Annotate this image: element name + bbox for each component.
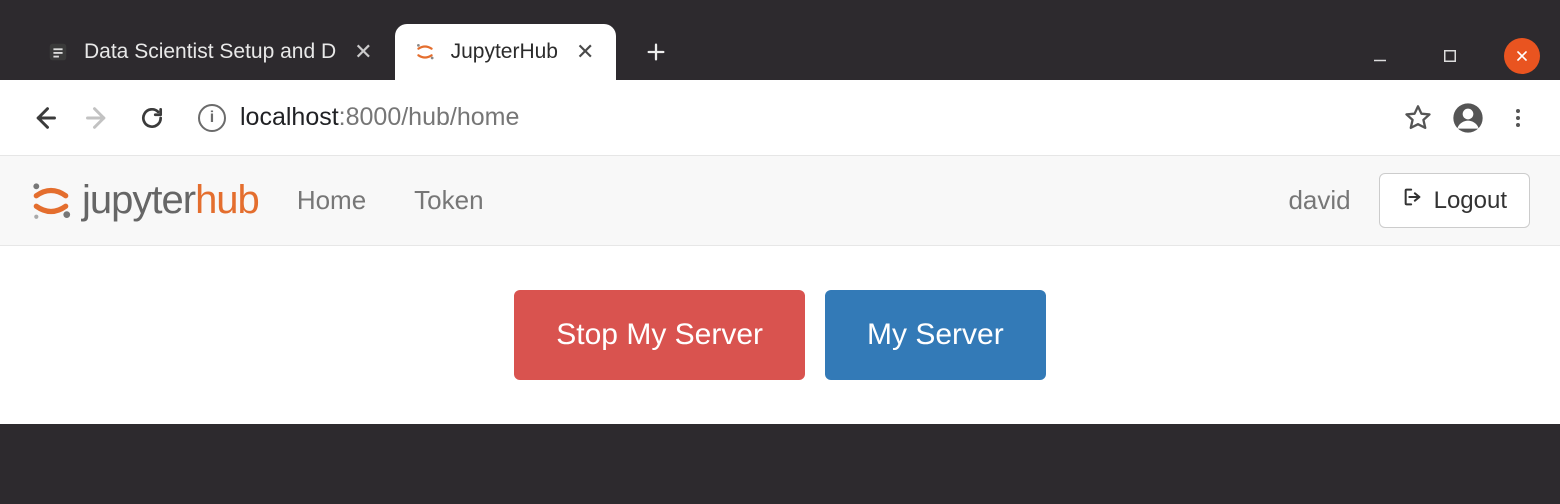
jupyterhub-logo[interactable]: jupyterhub [30, 178, 259, 223]
address-bar[interactable]: i localhost:8000/hub/home [184, 94, 1388, 142]
nav-link-home[interactable]: Home [287, 185, 376, 216]
favicon-doc-icon [46, 40, 70, 64]
jupyter-swirl-icon [30, 180, 72, 222]
stop-my-server-button[interactable]: Stop My Server [514, 290, 805, 380]
my-server-button[interactable]: My Server [825, 290, 1046, 380]
url-text: localhost:8000/hub/home [240, 103, 519, 132]
nav-link-token[interactable]: Token [404, 185, 493, 216]
forward-button[interactable] [76, 96, 120, 140]
new-tab-button[interactable] [634, 30, 678, 74]
jupyterhub-home-main: Stop My Server My Server [0, 246, 1560, 424]
browser-tab-1[interactable]: JupyterHub ✕ [395, 24, 617, 80]
url-host: localhost [240, 103, 339, 131]
logout-icon [1402, 186, 1424, 215]
username-label: david [1288, 185, 1350, 216]
back-button[interactable] [22, 96, 66, 140]
logout-label: Logout [1434, 187, 1507, 215]
site-info-icon[interactable]: i [198, 104, 226, 132]
window-minimize-button[interactable] [1364, 40, 1396, 72]
tab-title: Data Scientist Setup and D [84, 40, 336, 64]
url-path: :8000/hub/home [339, 103, 520, 131]
close-icon[interactable]: ✕ [572, 39, 598, 65]
logo-text-jupyter: jupyter [82, 178, 195, 222]
profile-avatar-icon[interactable] [1448, 98, 1488, 138]
bookmark-star-icon[interactable] [1398, 98, 1438, 138]
browser-tab-strip: Data Scientist Setup and D ✕ JupyterHub … [0, 0, 1560, 80]
window-maximize-button[interactable] [1434, 40, 1466, 72]
kebab-menu-icon[interactable] [1498, 98, 1538, 138]
logo-text-hub: hub [195, 178, 259, 222]
browser-tab-0[interactable]: Data Scientist Setup and D ✕ [28, 24, 395, 80]
reload-button[interactable] [130, 96, 174, 140]
favicon-jupyter-icon [413, 40, 437, 64]
browser-toolbar: i localhost:8000/hub/home [0, 80, 1560, 156]
jupyterhub-navbar: jupyterhub Home Token david Logout [0, 156, 1560, 246]
window-controls [1364, 38, 1540, 74]
tab-title: JupyterHub [451, 40, 558, 64]
logout-button[interactable]: Logout [1379, 173, 1530, 228]
window-close-button[interactable] [1504, 38, 1540, 74]
close-icon[interactable]: ✕ [350, 39, 376, 65]
